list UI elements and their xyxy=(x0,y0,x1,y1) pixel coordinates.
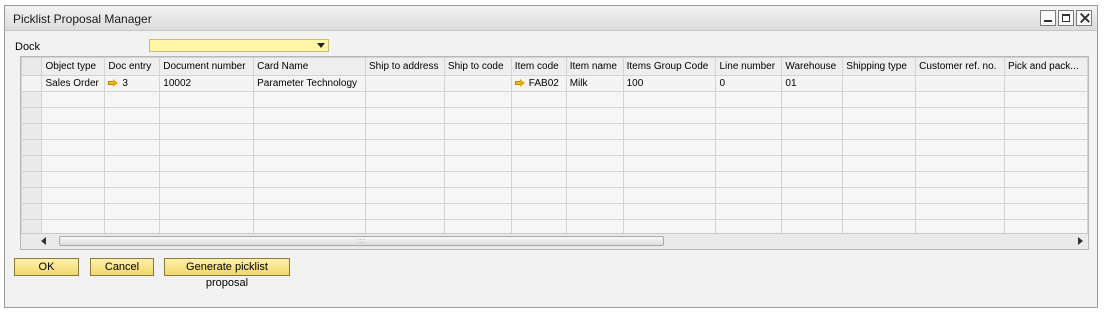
cell-document-number[interactable]: 10002 xyxy=(159,75,255,92)
scrollbar-thumb[interactable]: ::: xyxy=(59,236,664,246)
picklist-grid: Object type Doc entry Document number Ca… xyxy=(20,56,1089,250)
cell-card-name[interactable]: Parameter Technology xyxy=(253,75,366,92)
cancel-button[interactable]: Cancel xyxy=(90,258,154,276)
picklist-proposal-window: Picklist Proposal Manager Dock Object ty xyxy=(4,5,1098,308)
empty-row[interactable] xyxy=(21,155,1088,172)
dock-label: Dock xyxy=(15,41,41,53)
empty-row[interactable] xyxy=(21,123,1088,140)
empty-row[interactable] xyxy=(21,107,1088,124)
col-header-item-name[interactable]: Item name xyxy=(565,57,624,76)
link-arrow-icon[interactable] xyxy=(108,79,119,87)
minimize-icon[interactable] xyxy=(1040,10,1056,26)
title-bar[interactable]: Picklist Proposal Manager xyxy=(5,6,1097,31)
empty-row[interactable] xyxy=(21,91,1088,108)
col-header-pick-and-pack[interactable]: Pick and pack... xyxy=(1004,57,1088,76)
cell-pick-and-pack[interactable] xyxy=(1004,75,1088,92)
col-header-doc-entry[interactable]: Doc entry xyxy=(104,57,161,76)
cell-line-number[interactable]: 0 xyxy=(715,75,783,92)
generate-picklist-proposal-button[interactable]: Generate picklist proposal xyxy=(164,258,290,289)
link-arrow-icon[interactable] xyxy=(514,79,525,87)
close-icon[interactable] xyxy=(1076,10,1092,26)
col-header-line-number[interactable]: Line number xyxy=(715,57,783,76)
col-header-ship-to-code[interactable]: Ship to code xyxy=(443,57,512,76)
maximize-icon[interactable] xyxy=(1058,10,1074,26)
col-header-document-number[interactable]: Document number xyxy=(159,57,255,76)
empty-row[interactable] xyxy=(21,139,1088,156)
window-controls xyxy=(1040,10,1092,26)
scroll-right-icon[interactable] xyxy=(1078,237,1083,245)
col-header-object-type[interactable]: Object type xyxy=(41,57,106,76)
window-title: Picklist Proposal Manager xyxy=(13,12,152,26)
item-code-value: FAB02 xyxy=(528,78,559,89)
col-header-shipping-type[interactable]: Shipping type xyxy=(842,57,917,76)
chevron-down-icon[interactable] xyxy=(317,43,325,48)
cell-items-group-code[interactable]: 100 xyxy=(622,75,717,92)
cell-doc-entry[interactable]: 3 xyxy=(104,75,161,92)
col-header-warehouse[interactable]: Warehouse xyxy=(781,57,844,76)
grid-header-row: Object type Doc entry Document number Ca… xyxy=(21,57,1088,76)
cell-customer-ref-no[interactable] xyxy=(915,75,1006,92)
table-row[interactable]: Sales Order 3 10002 Parameter Technology… xyxy=(21,75,1088,92)
cell-ship-to-address[interactable] xyxy=(365,75,445,92)
dock-select[interactable] xyxy=(149,39,329,52)
col-header-items-group-code[interactable]: Items Group Code xyxy=(622,57,717,76)
scroll-left-icon[interactable] xyxy=(41,237,46,245)
cell-ship-to-code[interactable] xyxy=(443,75,512,92)
grid-table: Object type Doc entry Document number Ca… xyxy=(21,57,1088,236)
grip-icon: ::: xyxy=(357,238,366,245)
cell-item-code[interactable]: FAB02 xyxy=(510,75,567,92)
cell-object-type[interactable]: Sales Order xyxy=(41,75,106,92)
row-header[interactable] xyxy=(21,75,43,92)
col-header-ship-to-address[interactable]: Ship to address xyxy=(365,57,445,76)
empty-row[interactable] xyxy=(21,171,1088,188)
ok-button[interactable]: OK xyxy=(14,258,79,276)
col-header-customer-ref-no[interactable]: Customer ref. no. xyxy=(915,57,1006,76)
row-header-corner xyxy=(21,57,43,76)
cell-warehouse[interactable]: 01 xyxy=(781,75,844,92)
col-header-card-name[interactable]: Card Name xyxy=(253,57,366,76)
horizontal-scrollbar[interactable]: ::: xyxy=(21,233,1088,249)
empty-row[interactable] xyxy=(21,187,1088,204)
empty-row[interactable] xyxy=(21,203,1088,220)
col-header-item-code[interactable]: Item code xyxy=(510,57,567,76)
doc-entry-value: 3 xyxy=(122,78,128,89)
cell-shipping-type[interactable] xyxy=(842,75,917,92)
cell-item-name[interactable]: Milk xyxy=(565,75,624,92)
